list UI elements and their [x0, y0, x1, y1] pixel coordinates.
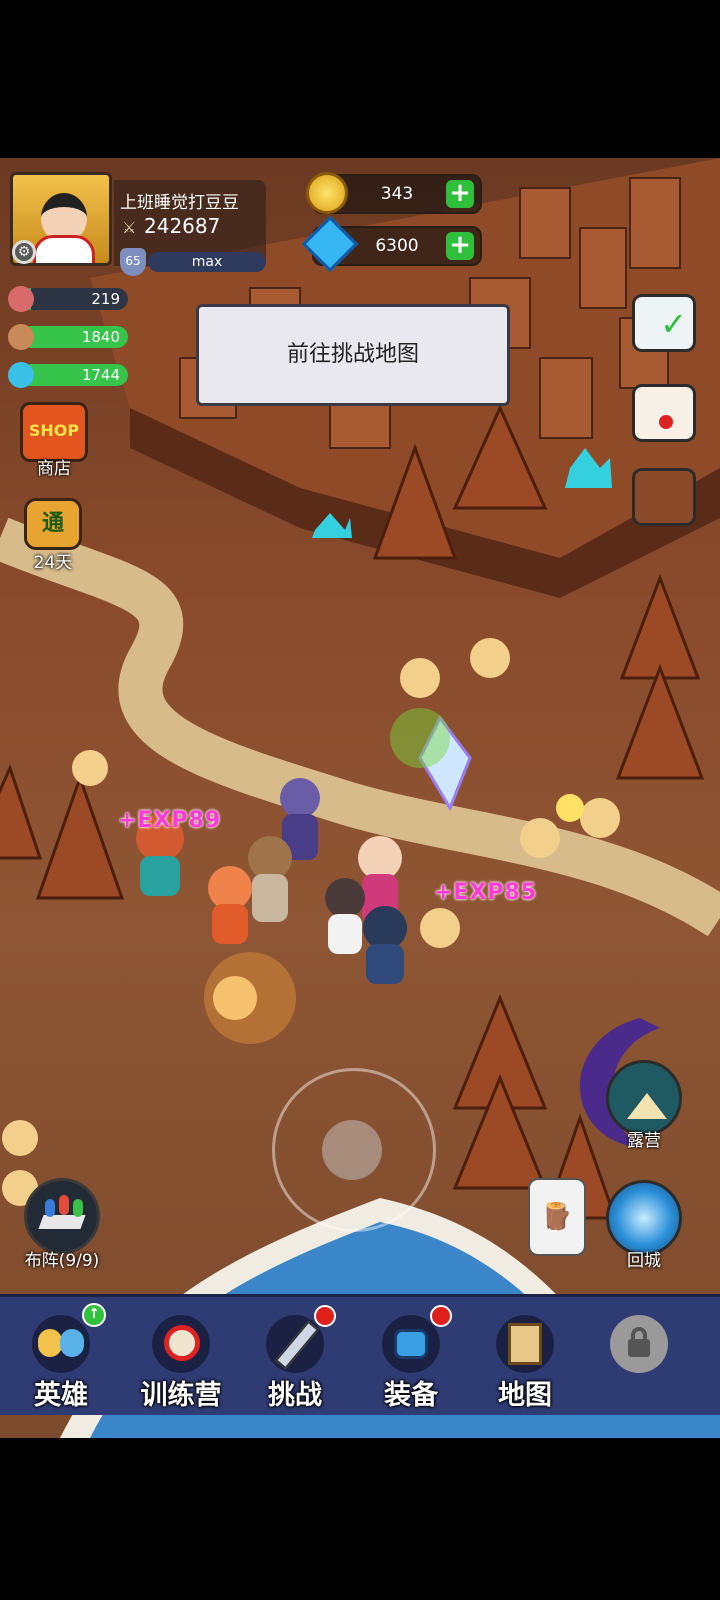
shop-icon[interactable]: SHOP	[20, 402, 88, 462]
crystal-value: 1744	[81, 366, 120, 384]
nav-equipment-label: 装备	[384, 1380, 438, 1411]
nav-challenge-label: 挑战	[268, 1380, 322, 1411]
training-camp-icon	[152, 1315, 210, 1373]
locked-icon	[610, 1315, 668, 1373]
player-profile[interactable]: ⚙ 上班睡觉打豆豆 ⚔ 242687 65 max	[10, 172, 266, 276]
sword-icon	[266, 1315, 324, 1373]
nav-training-camp-label: 训练营	[140, 1380, 222, 1411]
meat-value: 219	[91, 290, 120, 308]
nav-heroes-label: 英雄	[34, 1380, 88, 1411]
heroes-icon	[32, 1315, 90, 1373]
hint-message[interactable]: 前往挑战地图	[196, 304, 510, 406]
exp-popup: +EXP85	[434, 880, 538, 905]
add-gems-button[interactable]: +	[446, 232, 474, 260]
camp-tent-icon[interactable]	[606, 1060, 682, 1136]
gold-value: 343	[380, 184, 414, 204]
nav-challenge[interactable]: 挑战	[240, 1303, 350, 1411]
return-city-label[interactable]: 回城	[606, 1246, 682, 1271]
task-checklist-icon[interactable]: ✓	[632, 294, 696, 352]
upgrade-arrow-icon: ↑	[82, 1303, 106, 1327]
add-gold-button[interactable]: +	[446, 180, 474, 208]
mail-icon[interactable]	[632, 384, 696, 442]
game-view[interactable]: ⚙ 上班睡觉打豆豆 ⚔ 242687 65 max 343 + 6300 + 2…	[0, 158, 720, 1438]
equipment-red-dot	[430, 1305, 452, 1327]
pass-icon[interactable]: 通	[24, 498, 82, 550]
drumstick-bar: 1840	[20, 326, 128, 348]
nav-locked[interactable]	[584, 1303, 694, 1409]
backpack-icon[interactable]	[632, 468, 696, 526]
nav-training-camp[interactable]: 训练营	[126, 1303, 236, 1411]
meat-bar: 219	[20, 288, 128, 310]
camp-label[interactable]: 露营	[606, 1126, 682, 1151]
gear-icon[interactable]: ⚙	[12, 240, 36, 264]
formation-label[interactable]: 布阵(9/9)	[10, 1246, 114, 1271]
nav-equipment[interactable]: 装备	[356, 1303, 466, 1411]
map-icon	[496, 1315, 554, 1373]
nav-heroes[interactable]: ↑ 英雄	[6, 1303, 116, 1411]
bottom-nav: ↑ 英雄 训练营 挑战 装备 地图	[0, 1294, 720, 1415]
exp-popup: +EXP89	[118, 808, 222, 833]
drumstick-value: 1840	[81, 328, 120, 346]
player-name: 上班睡觉打豆豆	[120, 193, 239, 213]
nav-map-label: 地图	[498, 1380, 552, 1411]
gem-value: 6300	[375, 236, 419, 256]
formation-icon[interactable]	[24, 1178, 100, 1254]
level-status: max	[148, 252, 266, 272]
player-power: 242687	[144, 214, 221, 238]
equipment-icon	[382, 1315, 440, 1373]
pass-days-label[interactable]: 24天	[20, 548, 86, 573]
challenge-red-dot	[314, 1305, 336, 1327]
crystal-bar: 1744	[20, 364, 128, 386]
shop-label[interactable]: 商店	[24, 454, 84, 479]
return-portal-icon[interactable]	[606, 1180, 682, 1256]
power-icon: ⚔	[122, 218, 137, 237]
drumstick-icon	[8, 324, 34, 350]
crystal-icon	[8, 362, 34, 388]
gold-coin-icon	[306, 172, 348, 214]
level-badge: 65	[120, 248, 146, 276]
joystick-knob[interactable]	[322, 1120, 382, 1180]
wood-log-icon[interactable]: 🪵	[528, 1178, 586, 1256]
nav-map[interactable]: 地图	[470, 1303, 580, 1411]
meat-icon	[8, 286, 34, 312]
